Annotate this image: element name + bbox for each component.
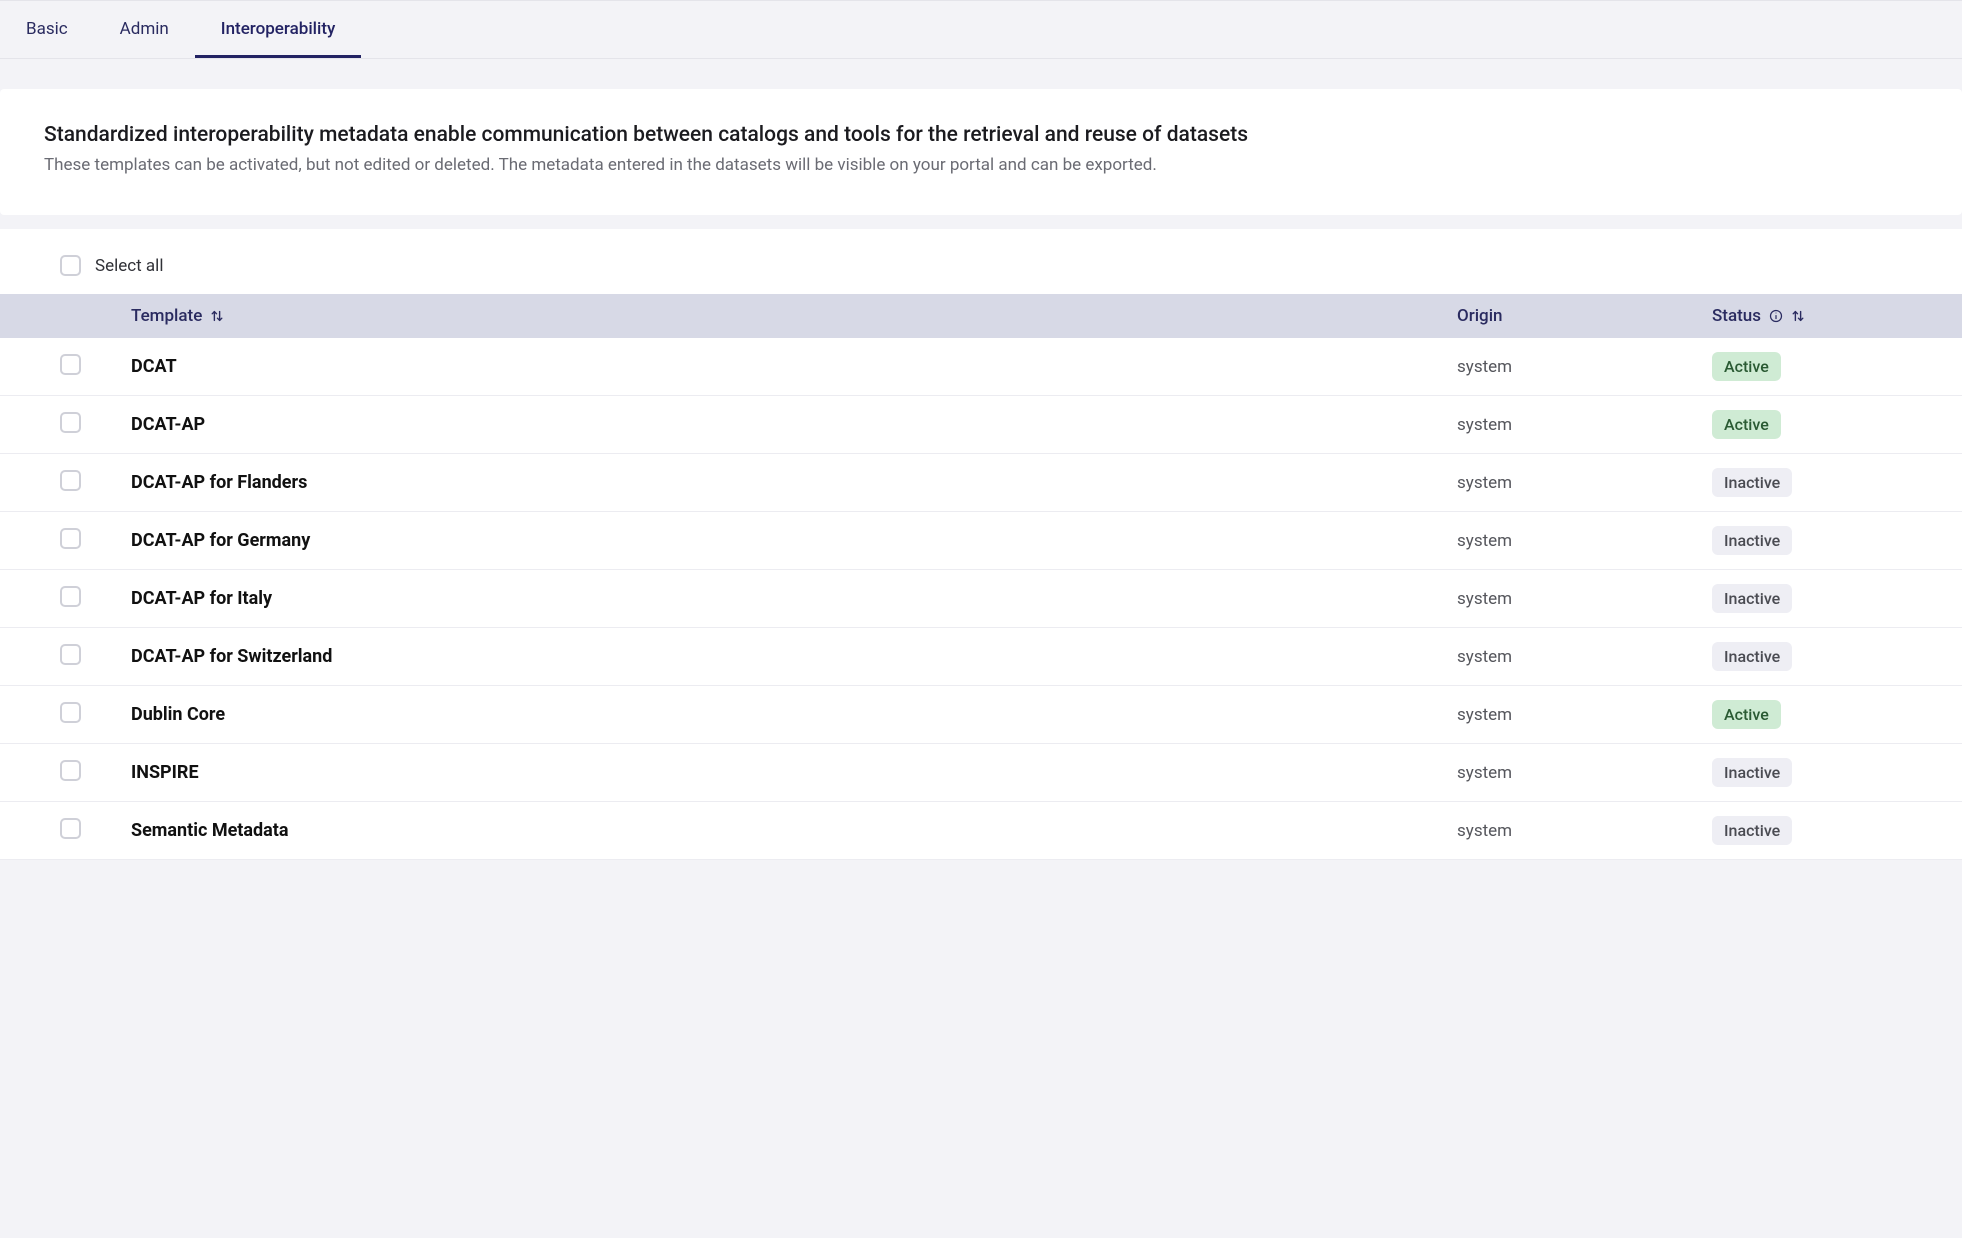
origin-value: system	[1457, 570, 1712, 628]
row-checkbox-cell	[0, 802, 81, 860]
origin-value: system	[1457, 744, 1712, 802]
table-row: Semantic MetadatasystemInactive	[0, 802, 1962, 860]
template-name[interactable]: Semantic Metadata	[81, 802, 1457, 860]
origin-value: system	[1457, 396, 1712, 454]
row-checkbox-cell	[0, 396, 81, 454]
templates-table: Template Origin Status	[0, 294, 1962, 860]
status-badge: Inactive	[1712, 526, 1792, 555]
table-row: DCAT-AP for SwitzerlandsystemInactive	[0, 628, 1962, 686]
tabs-bar: Basic Admin Interoperability	[0, 0, 1962, 59]
sort-icon	[210, 309, 224, 323]
template-name[interactable]: DCAT-AP for Italy	[81, 570, 1457, 628]
table-row: DCAT-AP for FlanderssystemInactive	[0, 454, 1962, 512]
status-badge: Inactive	[1712, 758, 1792, 787]
template-name[interactable]: DCAT-AP for Flanders	[81, 454, 1457, 512]
origin-value: system	[1457, 686, 1712, 744]
info-icon[interactable]	[1769, 309, 1783, 323]
row-checkbox[interactable]	[60, 470, 81, 491]
table-header-row: Template Origin Status	[0, 294, 1962, 338]
table-row: Dublin CoresystemActive	[0, 686, 1962, 744]
row-checkbox[interactable]	[60, 354, 81, 375]
row-checkbox-cell	[0, 686, 81, 744]
template-name[interactable]: DCAT	[81, 338, 1457, 396]
status-badge: Active	[1712, 410, 1781, 439]
status-badge: Active	[1712, 700, 1781, 729]
template-name[interactable]: INSPIRE	[81, 744, 1457, 802]
status-cell: Inactive	[1712, 628, 1962, 686]
row-checkbox[interactable]	[60, 702, 81, 723]
table-row: DCATsystemActive	[0, 338, 1962, 396]
tab-interoperability[interactable]: Interoperability	[195, 1, 362, 58]
row-checkbox-cell	[0, 744, 81, 802]
status-cell: Inactive	[1712, 512, 1962, 570]
row-checkbox[interactable]	[60, 644, 81, 665]
select-all-label: Select all	[95, 256, 163, 276]
col-header-origin[interactable]: Origin	[1457, 294, 1712, 338]
origin-value: system	[1457, 454, 1712, 512]
row-checkbox[interactable]	[60, 760, 81, 781]
select-all-checkbox[interactable]	[60, 255, 81, 276]
status-cell: Inactive	[1712, 802, 1962, 860]
info-subtitle: These templates can be activated, but no…	[44, 155, 1918, 175]
tab-basic[interactable]: Basic	[0, 1, 94, 58]
table-row: DCAT-AP for ItalysystemInactive	[0, 570, 1962, 628]
row-checkbox-cell	[0, 338, 81, 396]
info-title: Standardized interoperability metadata e…	[44, 123, 1918, 147]
col-header-status-label: Status	[1712, 306, 1761, 326]
col-header-checkbox	[0, 294, 81, 338]
row-checkbox[interactable]	[60, 412, 81, 433]
col-header-status[interactable]: Status	[1712, 294, 1962, 338]
select-all-row: Select all	[0, 255, 1962, 294]
origin-value: system	[1457, 628, 1712, 686]
origin-value: system	[1457, 338, 1712, 396]
template-name[interactable]: Dublin Core	[81, 686, 1457, 744]
status-badge: Inactive	[1712, 642, 1792, 671]
table-row: INSPIREsystemInactive	[0, 744, 1962, 802]
row-checkbox-cell	[0, 512, 81, 570]
status-cell: Active	[1712, 396, 1962, 454]
status-cell: Inactive	[1712, 454, 1962, 512]
template-name[interactable]: DCAT-AP	[81, 396, 1457, 454]
template-name[interactable]: DCAT-AP for Germany	[81, 512, 1457, 570]
row-checkbox-cell	[0, 454, 81, 512]
templates-table-wrap: Select all Template	[0, 229, 1962, 860]
row-checkbox-cell	[0, 628, 81, 686]
status-badge: Inactive	[1712, 816, 1792, 845]
tab-admin[interactable]: Admin	[94, 1, 195, 58]
status-cell: Active	[1712, 686, 1962, 744]
status-cell: Inactive	[1712, 744, 1962, 802]
col-header-origin-label: Origin	[1457, 306, 1503, 326]
row-checkbox[interactable]	[60, 586, 81, 607]
status-cell: Inactive	[1712, 570, 1962, 628]
status-badge: Active	[1712, 352, 1781, 381]
info-panel: Standardized interoperability metadata e…	[0, 89, 1962, 215]
table-row: DCAT-APsystemActive	[0, 396, 1962, 454]
sort-icon	[1791, 309, 1805, 323]
row-checkbox-cell	[0, 570, 81, 628]
origin-value: system	[1457, 802, 1712, 860]
origin-value: system	[1457, 512, 1712, 570]
col-header-template-label: Template	[131, 306, 202, 326]
status-badge: Inactive	[1712, 584, 1792, 613]
row-checkbox[interactable]	[60, 528, 81, 549]
table-row: DCAT-AP for GermanysystemInactive	[0, 512, 1962, 570]
col-header-template[interactable]: Template	[81, 294, 1457, 338]
template-name[interactable]: DCAT-AP for Switzerland	[81, 628, 1457, 686]
status-cell: Active	[1712, 338, 1962, 396]
status-badge: Inactive	[1712, 468, 1792, 497]
row-checkbox[interactable]	[60, 818, 81, 839]
